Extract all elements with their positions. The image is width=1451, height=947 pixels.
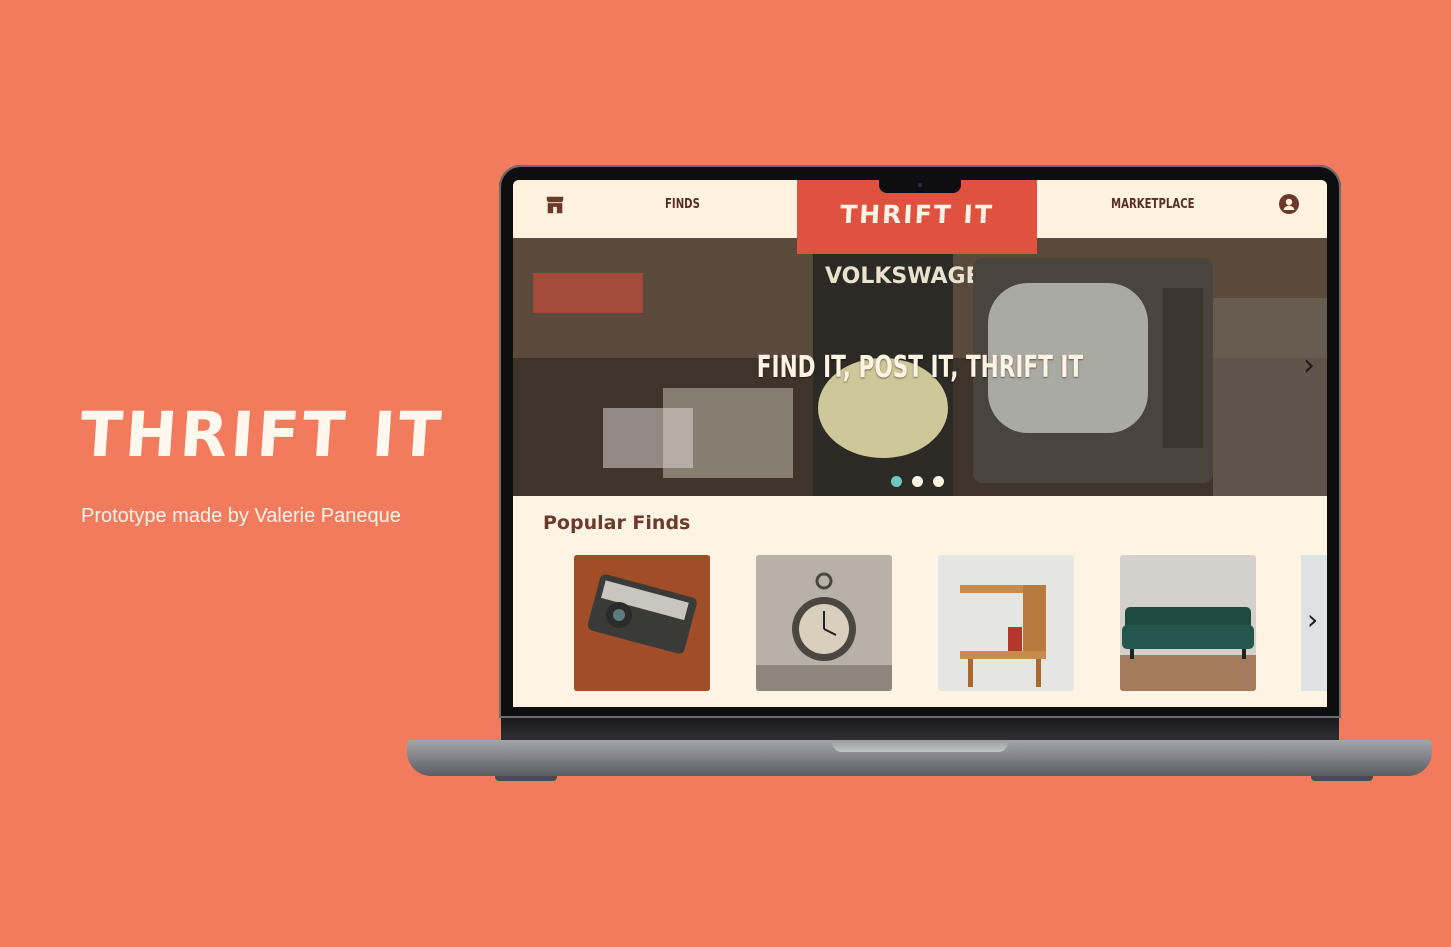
- carousel-dots: [891, 476, 944, 487]
- hero-title: THRIFT IT: [77, 398, 447, 471]
- hero-subtitle: Prototype made by Valerie Paneque: [81, 505, 401, 527]
- laptop-base-notch: [832, 740, 1008, 752]
- product-card-side-table[interactable]: [938, 555, 1074, 691]
- side-table-image: [938, 555, 1074, 691]
- product-card-alarm-clock[interactable]: [756, 555, 892, 691]
- product-card-sofa[interactable]: [1120, 555, 1256, 691]
- chevron-right-icon: ›: [1307, 603, 1319, 636]
- product-card-camera[interactable]: [574, 555, 710, 691]
- banner-photo-text: VOLKSWAGEN: [825, 264, 999, 289]
- banner-next-button[interactable]: ›: [1303, 348, 1315, 383]
- camera-notch: [879, 180, 961, 193]
- nav-marketplace-link[interactable]: MARKETPLACE: [1111, 197, 1195, 212]
- alarm-clock-image: [756, 555, 892, 691]
- brand-title: THRIFT IT: [839, 200, 995, 229]
- popular-next-button[interactable]: ›: [1301, 555, 1327, 691]
- nav-finds-link[interactable]: FINDS: [665, 197, 700, 212]
- sofa-image: [1120, 555, 1256, 691]
- camera-image: [574, 555, 710, 691]
- carousel-dot[interactable]: [891, 476, 902, 487]
- laptop-foot: [495, 776, 557, 781]
- laptop-hinge: [501, 718, 1339, 740]
- laptop-base: [407, 740, 1432, 776]
- user-circle-icon[interactable]: [1279, 194, 1299, 214]
- banner-caption: FIND IT, POST IT, THRIFT IT: [756, 350, 1084, 385]
- laptop-screen: FINDS MARKETPLACE THRIFT IT VOLKSWAGEN F…: [513, 180, 1327, 707]
- hero-banner: VOLKSWAGEN FIND IT, POST IT, THRIFT IT ›: [513, 238, 1327, 496]
- carousel-dot[interactable]: [933, 476, 944, 487]
- laptop-foot: [1311, 776, 1373, 781]
- store-icon[interactable]: [544, 194, 566, 216]
- popular-finds-title: Popular Finds: [543, 512, 691, 534]
- carousel-dot[interactable]: [912, 476, 923, 487]
- camera-icon: [918, 183, 922, 187]
